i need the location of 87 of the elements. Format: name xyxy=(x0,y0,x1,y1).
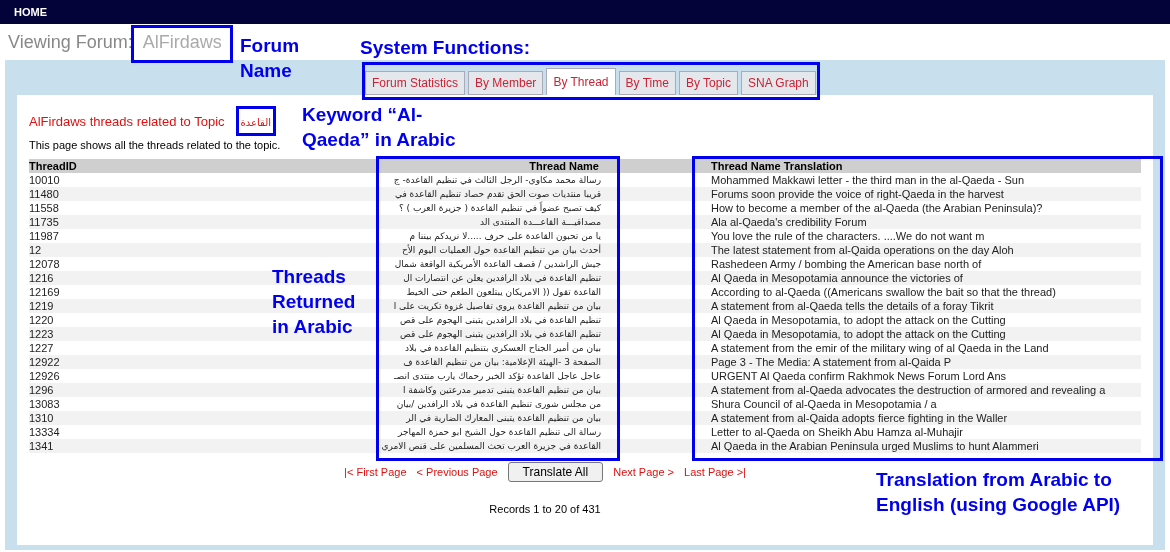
table-cell-text: A statement from al-Qaeda tells the details of a foray Tikrit xyxy=(711,299,995,313)
annotation-label: Threads Returned in Arabic xyxy=(272,265,357,339)
table-cell: 1220 xyxy=(29,313,54,327)
tab[interactable]: SNA Graph xyxy=(741,71,816,95)
annotation-frame xyxy=(236,106,276,136)
tab[interactable]: By Member xyxy=(468,71,544,95)
table-cell: 1223 xyxy=(29,327,54,341)
table-cell-text: جيش الراشدين / قصف القاعدة الأمريكية الواقعة شمال xyxy=(393,257,601,271)
table-cell: 13334 xyxy=(29,425,60,439)
table-cell-text: بيان من أمير الجناح العسكري بتنظيم القاعدة في بلاد xyxy=(403,341,601,355)
table-cell-text: عاجل عاجل القاعدة تؤكد الخبر رحماك يارب منتدى انصـ xyxy=(393,370,601,383)
next-page-link[interactable]: Next Page > xyxy=(613,463,675,481)
tab[interactable]: By Thread xyxy=(546,68,616,95)
table-cell-text: Ala al-Qaeda's credibility Forum xyxy=(711,215,868,229)
table-cell: 1219 xyxy=(29,299,54,313)
table-cell-text: You love the rule of the characters. ....We do not want m xyxy=(711,229,986,243)
table-cell-text: The latest statement from al-Qaida operations on the day Aloh xyxy=(711,243,1015,257)
table-cell-text: Al Qaeda in Mesopotamia announce the victories of xyxy=(711,271,964,285)
table-cell: 1296 xyxy=(29,383,54,397)
annotation-label: Forum Name xyxy=(240,34,301,83)
table-cell-text: تنظيم القاعدة في بلاد الرافدين يتبنى الهجوم على قص xyxy=(398,328,601,341)
table-cell-text: According to al-Qaeda ((Americans swallow the bait so that the thread) xyxy=(711,285,1057,299)
table-cell: 13083 xyxy=(29,397,60,411)
table-cell: 12922 xyxy=(29,355,60,369)
annotation-label: Translation from Arabic to English (using Google API) xyxy=(876,468,1122,517)
table-cell-text: القاعدة في جزيرة العرب تحث المسلمين على قنص الامري xyxy=(380,440,601,453)
records-count: Records 1 to 20 of 431 xyxy=(489,502,601,517)
table-cell-text: بيان من تنظيم القاعدة يروي تفاصيل غزوة تكريت على ا xyxy=(392,300,601,313)
table-cell: 11735 xyxy=(29,215,59,229)
table-cell-text: رسالة الى تنظيم القاعدة حول الشيخ ابو حمزة المهاجر xyxy=(396,426,601,439)
table-cell-text: Rashedeen Army / bombing the American base north of xyxy=(711,257,983,271)
table-cell-text: Page 3 - The Media: A statement from al-Qaida P xyxy=(711,355,953,369)
table-cell-text: القاعدة تقول (( الامريكان يبتلعون الطعم حتى الخيط xyxy=(405,286,601,299)
table-cell-text: بيان من تنظيم القاعدة يتبنى تدمير مدرعتين وكاشفة ا xyxy=(402,384,601,397)
table-cell-text: Forums soon provide the voice of right-Qaeda in the harvest xyxy=(711,187,1005,201)
table-cell: 1341 xyxy=(29,439,54,453)
table-cell: 12 xyxy=(29,243,42,257)
last-page-link[interactable]: Last Page >| xyxy=(684,463,746,481)
previous-page-link[interactable]: < Previous Page xyxy=(416,463,498,481)
table-cell-text: الصفحة 3 -الهيئة الإعلامية: بيان من تنظيم القاعدة ف xyxy=(402,356,601,369)
table-cell: 11480 xyxy=(29,187,59,201)
tab[interactable]: Forum Statistics xyxy=(365,71,465,95)
table-cell-text: أحدث بيان من تنظيم القاعدة حول العمليات اليوم الأح xyxy=(400,243,601,257)
translate-all-button[interactable]: Translate All xyxy=(507,462,604,482)
tab[interactable]: By Time xyxy=(618,71,676,95)
table-cell-text: قريبا منتديات صوت الحق تقدم حصاد تنظيم القاعدة في xyxy=(393,188,601,201)
column-header: ThreadID xyxy=(29,159,78,173)
annotation-label: Keyword “Al-Qaeda” in Arabic xyxy=(302,103,457,152)
table-cell-text: A statement from the emir of the military wing of al Qaeda in the Land xyxy=(711,341,1050,355)
table-cell-text: URGENT Al Qaeda confirm Rakhmok News Forum Lord Ans xyxy=(711,369,1008,383)
table-cell-text: Shura Council of al-Qaeda in Mesopotamia / a xyxy=(711,397,938,411)
table-cell: 12078 xyxy=(29,257,60,271)
table-cell-text: تنظيم القاعدة في بلاد الرافدين يتبنى الهجوم على قص xyxy=(398,314,601,327)
table-cell: 10010 xyxy=(29,173,60,187)
table-cell: 11987 xyxy=(29,229,59,243)
viewing-forum-label: Viewing Forum: xyxy=(8,30,133,54)
table-cell: 1216 xyxy=(29,271,54,285)
forum-name: AlFirdaws xyxy=(142,32,222,52)
table-cell-text: Mohammed Makkawi letter - the third man in the al-Qaeda - Sun xyxy=(711,173,1026,187)
table-cell: 11558 xyxy=(29,201,59,215)
first-page-link[interactable]: |< First Page xyxy=(344,463,407,481)
table-cell-text: تنظيم القاعدة في بلاد الرافدين يعلن عن انتصارات ال xyxy=(402,272,601,285)
table-cell-text: رسالة محمد مكاوي- الرجل الثالث في تنظيم القاعدة- ج xyxy=(392,174,601,187)
home-link[interactable]: HOME xyxy=(14,3,47,21)
table-cell-text: من مجلس شورى تنظيم القاعدة في بلاد الرافدين /بيان xyxy=(395,398,601,411)
topic-heading: AlFirdaws threads related to Topic xyxy=(29,113,225,132)
table-cell: 1227 xyxy=(29,341,54,355)
table-cell-text: Al Qaeda in the Arabian Peninsula urged Muslims to hunt Alammeri xyxy=(711,439,1040,453)
table-cell-text: مصداقيـــة القاعـــدة المنتدى الد xyxy=(478,216,601,229)
table-cell-text: Al Qaeda in Mesopotamia, to adopt the attack on the Cutting xyxy=(711,313,1007,327)
column-header: Thread Name xyxy=(528,159,600,173)
tab[interactable]: By Topic xyxy=(678,71,738,95)
table-cell-text: A statement from al-Qaeda advocates the destruction of armored and revealing a xyxy=(711,383,1107,397)
column-header: Thread Name Translation xyxy=(711,159,844,173)
table-cell: 12926 xyxy=(29,369,60,383)
table-cell-text: Al Qaeda in Mesopotamia, to adopt the attack on the Cutting xyxy=(711,327,1007,341)
table-cell: 1310 xyxy=(29,411,54,425)
topic-keyword: القاعدة xyxy=(240,115,271,130)
table-cell-text: بيان من تنظيم القاعدة يتبنى المعارك الضارية في الر xyxy=(405,412,601,425)
table-cell-text: How to become a member of the al-Qaeda (the Arabian Peninsula)? xyxy=(711,201,1044,215)
table-cell: 12169 xyxy=(29,285,60,299)
page-description: This page shows all the threads related to the topic. xyxy=(29,138,281,152)
annotation-label: System Functions: xyxy=(360,36,531,60)
table-cell-text: Letter to al-Qaeda on Sheikh Abu Hamza al-Muhajir xyxy=(711,425,964,439)
table-cell-text: كيف تصبح عضواً في تنظيم القاعدة ( جزيرة العرب ) ؟ xyxy=(397,201,601,215)
table-cell-text: يا من تحبون القاعدة على حرف .....لا نريدكم بيننا م xyxy=(408,230,601,243)
table-cell-text: A statement from al-Qaida adopts fierce fighting in the Waller xyxy=(711,411,1009,425)
